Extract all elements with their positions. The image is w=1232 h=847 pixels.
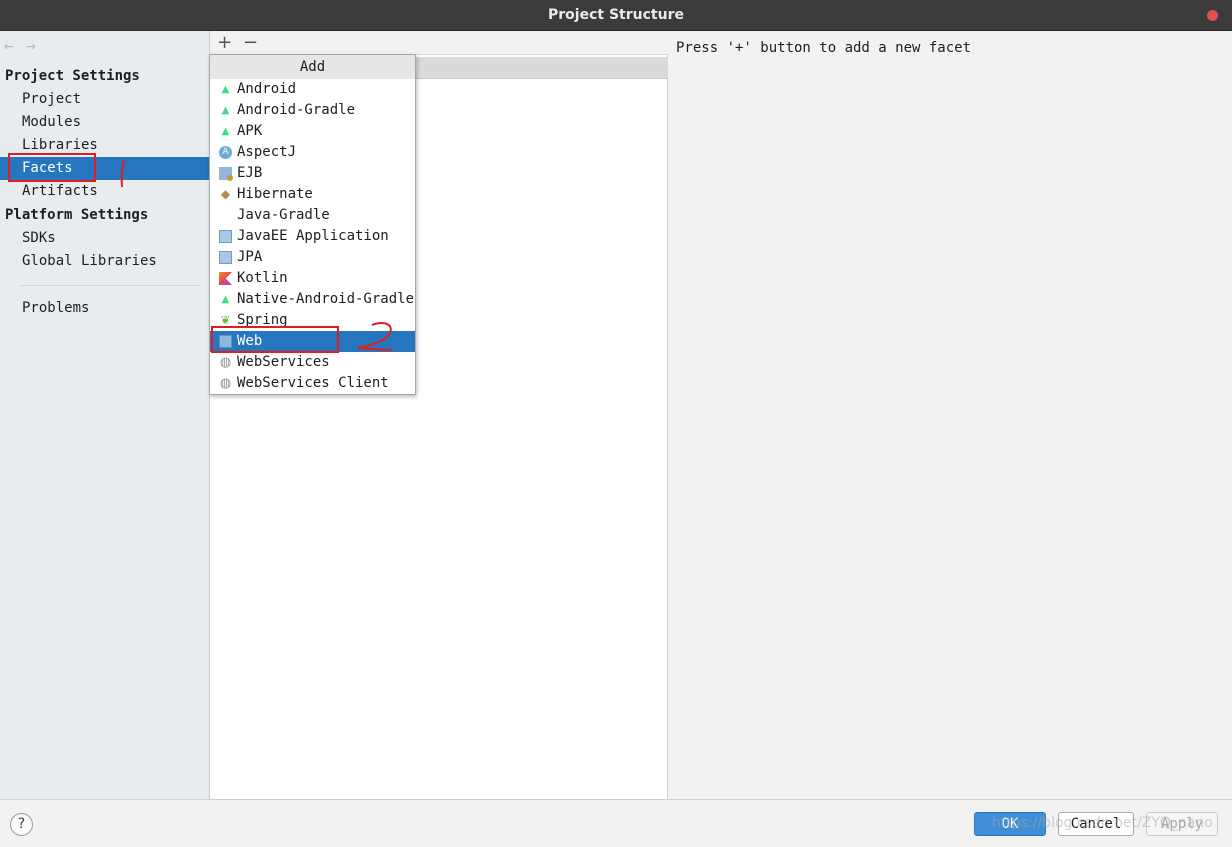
popup-item-label: JPA	[237, 249, 263, 265]
javaee-icon	[219, 230, 232, 243]
popup-item-native-android-gradle[interactable]: ▲ Native-Android-Gradle	[210, 289, 415, 310]
popup-item-android[interactable]: ▲ Android	[210, 79, 415, 100]
popup-item-label: Native-Android-Gradle	[237, 291, 415, 307]
sidebar-item-artifacts[interactable]: Artifacts	[0, 180, 209, 203]
close-button[interactable]	[1207, 10, 1218, 21]
popup-item-label: Android	[237, 81, 297, 97]
popup-item-hibernate[interactable]: ◆ Hibernate	[210, 184, 415, 205]
window-title: Project Structure	[548, 7, 684, 23]
popup-item-ejb[interactable]: EJB	[210, 163, 415, 184]
android-icon: ▲	[221, 126, 230, 137]
sidebar-item-modules[interactable]: Modules	[0, 111, 209, 134]
jpa-icon	[219, 251, 232, 264]
forward-arrow-icon[interactable]: →	[26, 36, 48, 55]
kotlin-icon	[219, 272, 232, 285]
android-icon: ▲	[221, 84, 230, 95]
sidebar-item-global-libraries[interactable]: Global Libraries	[0, 250, 209, 273]
popup-item-webservices-client[interactable]: ◍ WebServices Client	[210, 373, 415, 394]
annotation-mark-2	[357, 322, 393, 351]
project-settings-header: Project Settings	[5, 68, 140, 84]
popup-item-label: JavaEE Application	[237, 228, 389, 244]
android-icon: ▲	[221, 294, 230, 305]
popup-item-label: APK	[237, 123, 263, 139]
remove-facet-button[interactable]: −	[243, 32, 258, 53]
nav-arrows: ← →	[4, 36, 48, 55]
popup-item-label: Kotlin	[237, 270, 288, 286]
popup-item-apk[interactable]: ▲ APK	[210, 121, 415, 142]
sidebar: ← → Project Settings Project Modules Libr…	[0, 31, 210, 799]
popup-item-kotlin[interactable]: Kotlin	[210, 268, 415, 289]
popup-item-label: WebServices Client	[237, 375, 389, 391]
popup-item-label: Hibernate	[237, 186, 313, 202]
facets-toolbar: + −	[210, 31, 668, 55]
hibernate-icon: ◆	[220, 187, 231, 201]
popup-item-label: EJB	[237, 165, 263, 181]
popup-title: Add	[210, 55, 415, 79]
sidebar-divider	[20, 285, 200, 286]
android-icon: ▲	[221, 105, 230, 116]
popup-item-label: Java-Gradle	[237, 207, 330, 223]
ejb-icon	[219, 167, 233, 181]
globe-icon: ◍	[219, 355, 232, 370]
title-bar: Project Structure	[0, 0, 1232, 31]
sidebar-item-problems[interactable]: Problems	[0, 297, 209, 320]
annotation-box-facets	[8, 153, 96, 182]
back-arrow-icon[interactable]: ←	[4, 36, 26, 55]
annotation-mark-1	[120, 159, 125, 188]
popup-item-java-gradle[interactable]: Java-Gradle	[210, 205, 415, 226]
empty-hint: Press '+' button to add a new facet	[676, 40, 972, 56]
popup-item-label: WebServices	[237, 354, 330, 370]
help-button[interactable]: ?	[10, 813, 33, 836]
watermark: https://blog.csdn.net/ZYQ_nano	[992, 815, 1213, 831]
popup-item-webservices[interactable]: ◍ WebServices	[210, 352, 415, 373]
sidebar-item-sdks[interactable]: SDKs	[0, 227, 209, 250]
annotation-box-web	[211, 326, 339, 353]
add-facet-button[interactable]: +	[217, 32, 232, 53]
platform-settings-header: Platform Settings	[5, 207, 149, 223]
facet-details-pane: Press '+' button to add a new facet	[668, 31, 1232, 799]
popup-item-label: Android-Gradle	[237, 102, 356, 118]
popup-item-javaee-application[interactable]: JavaEE Application	[210, 226, 415, 247]
popup-item-aspectj[interactable]: A AspectJ	[210, 142, 415, 163]
aspectj-icon: A	[219, 146, 232, 159]
sidebar-item-project[interactable]: Project	[0, 88, 209, 111]
globe-icon: ◍	[219, 376, 232, 391]
popup-item-label: AspectJ	[237, 144, 297, 160]
popup-item-android-gradle[interactable]: ▲ Android-Gradle	[210, 100, 415, 121]
popup-item-jpa[interactable]: JPA	[210, 247, 415, 268]
